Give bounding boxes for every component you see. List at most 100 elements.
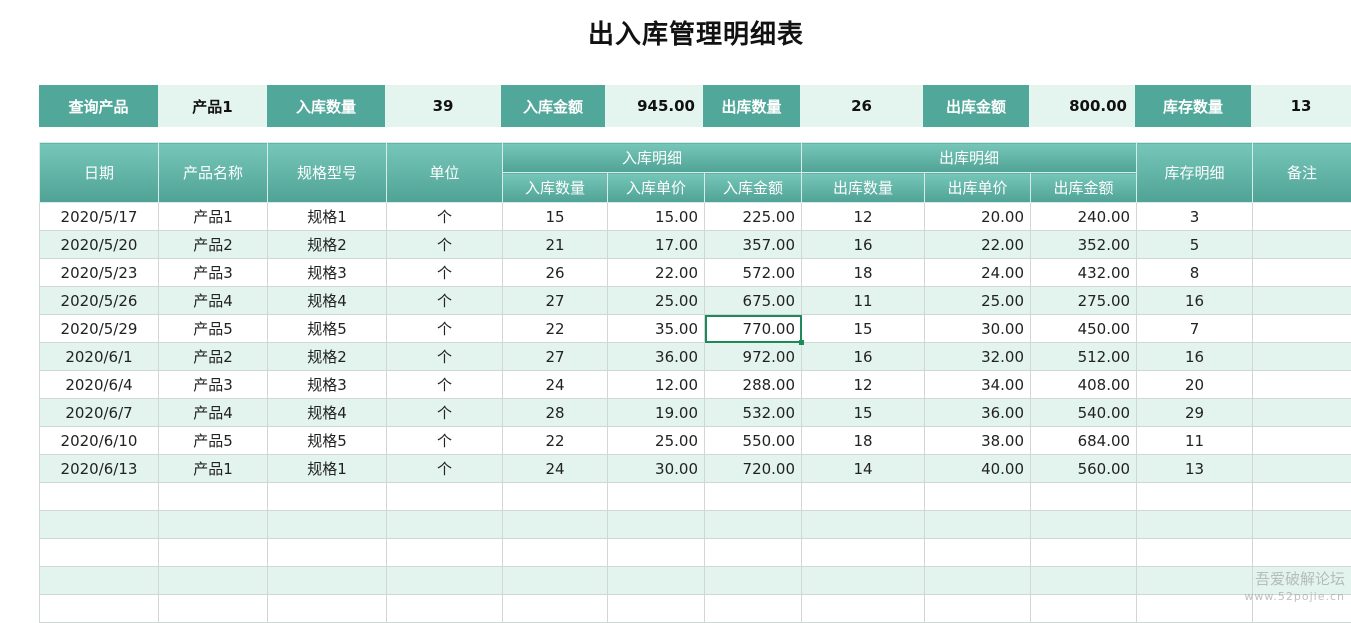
cell-out-amount[interactable]: 560.00 [1031,455,1137,483]
cell-unit[interactable] [387,511,503,539]
cell-in-qty[interactable]: 21 [503,231,608,259]
cell-spec[interactable] [268,511,387,539]
cell-out-price[interactable]: 34.00 [925,371,1031,399]
cell-note[interactable] [1253,399,1351,427]
cell-in-qty[interactable]: 27 [503,343,608,371]
cell-spec[interactable]: 规格3 [268,371,387,399]
cell-date[interactable] [40,483,159,511]
cell-note[interactable] [1253,203,1351,231]
header-unit[interactable]: 单位 [387,143,503,203]
cell-spec[interactable]: 规格3 [268,259,387,287]
cell-stock[interactable]: 5 [1137,231,1253,259]
cell-stock[interactable]: 29 [1137,399,1253,427]
cell-out-amount[interactable]: 408.00 [1031,371,1137,399]
cell-in-amount[interactable]: 720.00 [705,455,802,483]
cell-in-qty[interactable]: 28 [503,399,608,427]
cell-in-price[interactable]: 19.00 [608,399,705,427]
cell-date[interactable]: 2020/5/29 [40,315,159,343]
query-product-value[interactable]: 产品1 [158,85,267,127]
cell-spec[interactable]: 规格4 [268,287,387,315]
cell-stock[interactable]: 16 [1137,343,1253,371]
cell-in-qty[interactable]: 26 [503,259,608,287]
cell-in-price[interactable] [608,483,705,511]
cell-out-amount[interactable]: 275.00 [1031,287,1137,315]
cell-out-qty[interactable] [802,483,925,511]
cell-date[interactable]: 2020/5/26 [40,287,159,315]
cell-note[interactable] [1253,343,1351,371]
cell-out-qty[interactable] [802,567,925,595]
cell-unit[interactable]: 个 [387,371,503,399]
cell-in-price[interactable]: 25.00 [608,427,705,455]
cell-date[interactable] [40,567,159,595]
cell-spec[interactable] [268,595,387,623]
cell-product[interactable] [159,567,268,595]
cell-stock[interactable]: 7 [1137,315,1253,343]
cell-out-qty[interactable]: 11 [802,287,925,315]
cell-in-price[interactable]: 17.00 [608,231,705,259]
cell-out-qty[interactable] [802,539,925,567]
cell-note[interactable] [1253,455,1351,483]
cell-date[interactable]: 2020/6/1 [40,343,159,371]
cell-out-price[interactable] [925,567,1031,595]
cell-note[interactable] [1253,231,1351,259]
cell-in-amount[interactable]: 770.00 [705,315,802,343]
cell-in-amount[interactable]: 572.00 [705,259,802,287]
cell-in-price[interactable] [608,539,705,567]
cell-product[interactable]: 产品2 [159,231,268,259]
cell-in-qty[interactable] [503,595,608,623]
cell-in-qty[interactable]: 22 [503,427,608,455]
cell-out-amount[interactable] [1031,567,1137,595]
cell-product[interactable]: 产品1 [159,203,268,231]
cell-spec[interactable]: 规格4 [268,399,387,427]
cell-out-qty[interactable]: 14 [802,455,925,483]
cell-date[interactable] [40,539,159,567]
cell-out-amount[interactable]: 684.00 [1031,427,1137,455]
cell-note[interactable] [1253,427,1351,455]
cell-spec[interactable]: 规格2 [268,343,387,371]
cell-out-qty[interactable]: 16 [802,231,925,259]
cell-out-qty[interactable] [802,595,925,623]
cell-out-price[interactable]: 22.00 [925,231,1031,259]
cell-in-amount[interactable] [705,483,802,511]
cell-date[interactable]: 2020/6/4 [40,371,159,399]
cell-unit[interactable] [387,595,503,623]
cell-in-amount[interactable]: 550.00 [705,427,802,455]
cell-spec[interactable]: 规格2 [268,231,387,259]
cell-unit[interactable]: 个 [387,287,503,315]
cell-unit[interactable] [387,539,503,567]
header-out-qty[interactable]: 出库数量 [802,173,925,203]
cell-product[interactable]: 产品2 [159,343,268,371]
cell-note[interactable] [1253,511,1351,539]
cell-stock[interactable] [1137,567,1253,595]
cell-stock[interactable]: 8 [1137,259,1253,287]
cell-unit[interactable]: 个 [387,203,503,231]
cell-out-amount[interactable]: 512.00 [1031,343,1137,371]
out-qty-value[interactable]: 26 [800,85,923,127]
cell-stock[interactable]: 13 [1137,455,1253,483]
cell-product[interactable]: 产品4 [159,287,268,315]
cell-in-qty[interactable] [503,483,608,511]
cell-product[interactable] [159,511,268,539]
cell-note[interactable] [1253,287,1351,315]
cell-in-qty[interactable] [503,567,608,595]
header-note[interactable]: 备注 [1253,143,1351,203]
header-out-amount[interactable]: 出库金额 [1031,173,1137,203]
cell-out-amount[interactable]: 432.00 [1031,259,1137,287]
header-in-amount[interactable]: 入库金额 [705,173,802,203]
out-amount-value[interactable]: 800.00 [1029,85,1135,127]
fill-handle[interactable] [799,340,804,345]
cell-stock[interactable] [1137,595,1253,623]
cell-in-price[interactable]: 15.00 [608,203,705,231]
cell-stock[interactable] [1137,483,1253,511]
cell-product[interactable]: 产品4 [159,399,268,427]
cell-stock[interactable] [1137,511,1253,539]
cell-out-price[interactable]: 24.00 [925,259,1031,287]
cell-stock[interactable]: 16 [1137,287,1253,315]
cell-out-amount[interactable] [1031,483,1137,511]
cell-in-amount[interactable] [705,539,802,567]
header-in-group[interactable]: 入库明细 [503,143,802,173]
cell-out-qty[interactable]: 12 [802,371,925,399]
cell-unit[interactable]: 个 [387,259,503,287]
cell-product[interactable]: 产品5 [159,315,268,343]
cell-out-price[interactable]: 20.00 [925,203,1031,231]
